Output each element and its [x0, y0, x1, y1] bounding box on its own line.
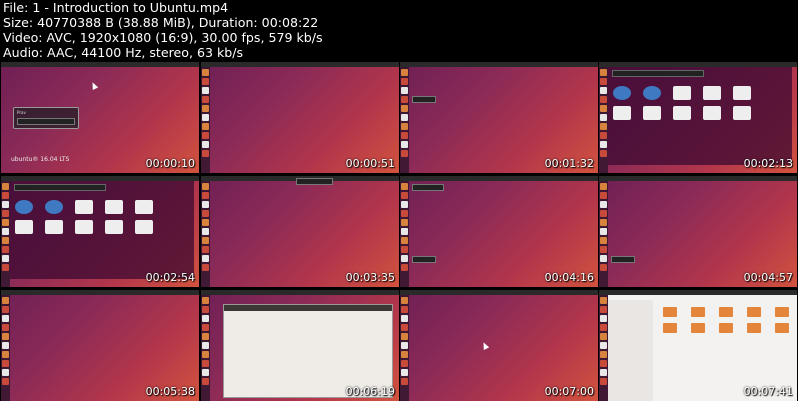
- thumbnail[interactable]: 00:01:32: [400, 62, 598, 173]
- launcher-bar: [201, 67, 210, 173]
- file-info-header: File: 1 - Introduction to Ubuntu.mp4 Siz…: [3, 0, 793, 60]
- top-panel: [400, 62, 598, 67]
- thumbnail-timestamp: 00:04:57: [743, 271, 793, 284]
- app-icons: [15, 200, 157, 234]
- dash-search-field: [612, 70, 704, 77]
- launcher-bar: [400, 181, 409, 287]
- thumbnail[interactable]: 00:04:57: [599, 176, 797, 287]
- thumbnail-timestamp: 00:00:10: [145, 157, 195, 170]
- thumbnail-timestamp: 00:00:51: [345, 157, 395, 170]
- thumbnail-timestamp: 00:07:41: [743, 385, 793, 398]
- thumbnail-timestamp: 00:01:32: [544, 157, 594, 170]
- mouse-cursor-icon: [89, 81, 99, 90]
- file-name-line: File: 1 - Introduction to Ubuntu.mp4: [3, 0, 229, 15]
- thumbnail-grid: Prav ubuntu® 16.04 LTS 00:00:10 00:00:51…: [0, 61, 798, 401]
- launcher-bar: [599, 181, 608, 287]
- top-panel: [400, 176, 598, 181]
- launcher-tooltip: [412, 256, 436, 263]
- settings-window: [223, 304, 393, 398]
- top-panel: [599, 176, 797, 181]
- launcher-bar: [1, 181, 10, 287]
- top-panel: [201, 62, 399, 67]
- launcher-bar: [599, 67, 608, 173]
- audio-info-line: Audio: AAC, 44100 Hz, stereo, 63 kb/s: [3, 45, 244, 60]
- thumbnail[interactable]: 00:04:16: [400, 176, 598, 287]
- file-size-duration-line: Size: 40770388 B (38.88 MiB), Duration: …: [3, 15, 319, 30]
- launcher-bar: [201, 181, 210, 287]
- launcher-bar: [201, 295, 210, 401]
- launcher-tooltip: [412, 184, 444, 191]
- thumbnail-timestamp: 00:05:38: [145, 385, 195, 398]
- top-panel: [1, 290, 199, 295]
- app-icons: [613, 86, 755, 120]
- mouse-cursor-icon: [480, 341, 490, 350]
- file-manager-sidebar: [608, 300, 653, 401]
- launcher-bar: [400, 295, 409, 401]
- thumbnail[interactable]: 00:07:41: [599, 290, 797, 401]
- launcher-bar: [400, 67, 409, 173]
- top-panel: [1, 62, 199, 67]
- thumbnail[interactable]: 00:06:19: [201, 290, 399, 401]
- thumbnail[interactable]: 00:02:13: [599, 62, 797, 173]
- video-info-line: Video: AVC, 1920x1080 (16:9), 30.00 fps,…: [3, 30, 323, 45]
- thumbnail[interactable]: 00:02:54: [1, 176, 199, 287]
- top-tooltip: [296, 178, 333, 185]
- launcher-bar: [1, 295, 10, 401]
- thumbnail[interactable]: 00:05:38: [1, 290, 199, 401]
- ubuntu-logo: ubuntu® 16.04 LTS: [11, 156, 70, 163]
- thumbnail[interactable]: 00:00:51: [201, 62, 399, 173]
- thumbnail-timestamp: 00:06:19: [345, 385, 395, 398]
- thumbnail-timestamp: 00:07:00: [544, 385, 594, 398]
- thumbnail-timestamp: 00:03:35: [345, 271, 395, 284]
- thumbnail-timestamp: 00:02:54: [145, 271, 195, 284]
- launcher-tooltip: [412, 96, 436, 103]
- thumbnail[interactable]: 00:03:35: [201, 176, 399, 287]
- thumbnail-timestamp: 00:04:16: [544, 271, 594, 284]
- thumbnail[interactable]: Prav ubuntu® 16.04 LTS 00:00:10: [1, 62, 199, 173]
- top-panel: [400, 290, 598, 295]
- dash-search-field: [14, 184, 106, 191]
- folder-icons: [663, 307, 793, 333]
- launcher-bar: [599, 295, 608, 401]
- login-box: Prav: [13, 107, 79, 129]
- thumbnail-timestamp: 00:02:13: [743, 157, 793, 170]
- window-titlebar: [224, 305, 392, 311]
- thumbnail[interactable]: 00:07:00: [400, 290, 598, 401]
- launcher-tooltip: [611, 256, 635, 263]
- top-panel: [201, 290, 399, 295]
